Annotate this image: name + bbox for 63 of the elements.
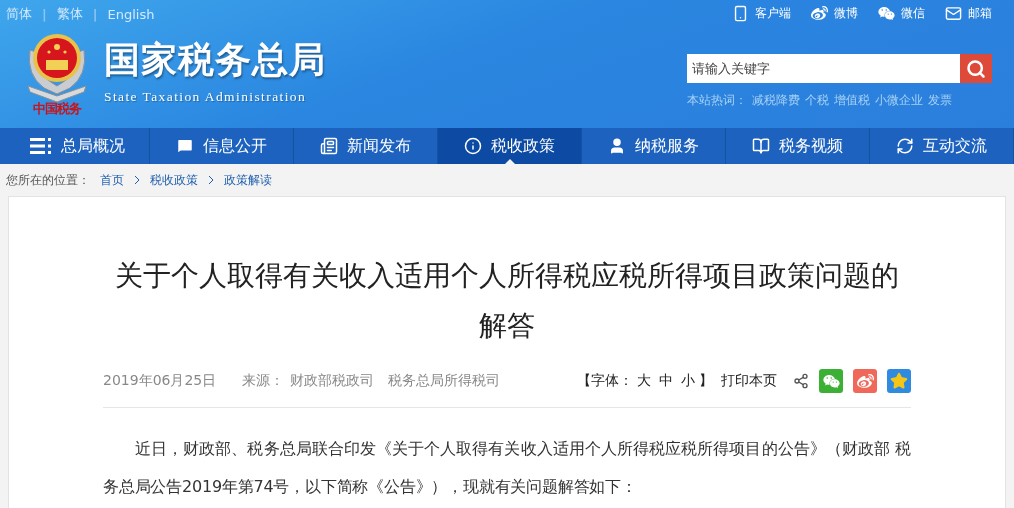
search-field[interactable]: 请输入关键字 xyxy=(687,54,960,83)
font-size-link[interactable]: 小 xyxy=(681,372,695,390)
search-icon xyxy=(966,58,986,79)
newspaper-icon xyxy=(320,137,338,155)
share-icon[interactable] xyxy=(793,373,809,389)
person-icon xyxy=(608,137,626,155)
print-link[interactable]: 打印本页 xyxy=(721,372,777,390)
article-source: 税务总局所得税司 xyxy=(388,372,501,390)
header-link-label: 微博 xyxy=(834,4,858,22)
header-link-label: 客户端 xyxy=(755,4,791,22)
site-title: 国家税务总局 xyxy=(104,37,326,82)
article-title: 关于个人取得有关收入适用个人所得税应税所得项目政策问题的解答 xyxy=(114,258,900,344)
nav-tab-label: 总局概况 xyxy=(61,135,125,157)
breadcrumb-link[interactable]: 税收政策 xyxy=(150,171,198,189)
article-source: 财政部税政司 xyxy=(290,372,375,390)
menu-icon xyxy=(30,138,52,154)
separator: | xyxy=(42,6,47,22)
header-link[interactable]: 微博 xyxy=(811,4,858,22)
article-paragraph: 近日，财政部、税务总局联合印发《关于个人取得有关收入适用个人所得税应税所得项目的公告》（财政部 税务总局公告2019年第74号，以下简称《公告》），现就有关问题解答如下： xyxy=(103,438,911,498)
header-link[interactable]: 微信 xyxy=(878,4,925,22)
breadcrumb-label: 您所在的位置： xyxy=(6,171,90,189)
breadcrumb-link[interactable]: 首页 xyxy=(100,171,124,189)
hot-words-label: 本站热词： xyxy=(687,92,747,109)
nav-tab-label: 税收政策 xyxy=(491,135,555,157)
book-icon xyxy=(752,137,770,155)
font-size-link[interactable]: 中 xyxy=(659,372,673,390)
nav-tab[interactable]: 信息公开 xyxy=(150,128,294,164)
bracket: 】 xyxy=(699,372,713,390)
site-subtitle: State Taxation Administration xyxy=(104,88,308,105)
wechat-share-icon[interactable] xyxy=(819,369,843,393)
weibo-icon xyxy=(811,4,828,22)
star-share-icon[interactable] xyxy=(887,369,911,393)
font-size-label: 【字体： xyxy=(577,372,633,390)
nav-tab[interactable]: 税收政策 xyxy=(438,128,582,164)
wechat-icon xyxy=(878,4,895,22)
nav-tab[interactable]: 互动交流 xyxy=(870,128,1014,164)
header-link[interactable]: 客户端 xyxy=(732,4,791,22)
source-label: 来源： xyxy=(242,372,285,390)
article-date: 2019年06月25日 xyxy=(103,372,217,390)
font-size-link[interactable]: 大 xyxy=(637,372,651,390)
weibo-share-icon[interactable] xyxy=(853,369,877,393)
phone-icon xyxy=(732,4,749,22)
chevron-icon xyxy=(208,175,214,185)
nav-tab[interactable]: 总局概况 xyxy=(6,128,150,164)
search-button[interactable] xyxy=(960,54,992,83)
header-link-label: 邮箱 xyxy=(968,4,992,22)
speech-bubble-icon xyxy=(176,137,194,155)
separator: | xyxy=(92,6,98,22)
mail-icon xyxy=(945,4,962,22)
nav-tab-label: 信息公开 xyxy=(203,135,267,157)
nav-tab-label: 纳税服务 xyxy=(635,135,699,157)
nav-tab[interactable]: 纳税服务 xyxy=(582,128,726,164)
refresh-icon xyxy=(896,137,914,155)
info-icon xyxy=(464,137,482,155)
header-link[interactable]: 邮箱 xyxy=(945,4,992,22)
nav-tab-label: 税务视频 xyxy=(779,135,843,157)
emblem-caption: 中国税务 xyxy=(33,100,81,118)
chevron-icon xyxy=(134,175,140,185)
nav-tab-label: 互动交流 xyxy=(923,135,987,157)
header-link-label: 微信 xyxy=(901,4,925,22)
nav-tab-label: 新闻发布 xyxy=(347,135,411,157)
nav-tab[interactable]: 税务视频 xyxy=(726,128,870,164)
breadcrumb-link[interactable]: 政策解读 xyxy=(224,171,272,189)
